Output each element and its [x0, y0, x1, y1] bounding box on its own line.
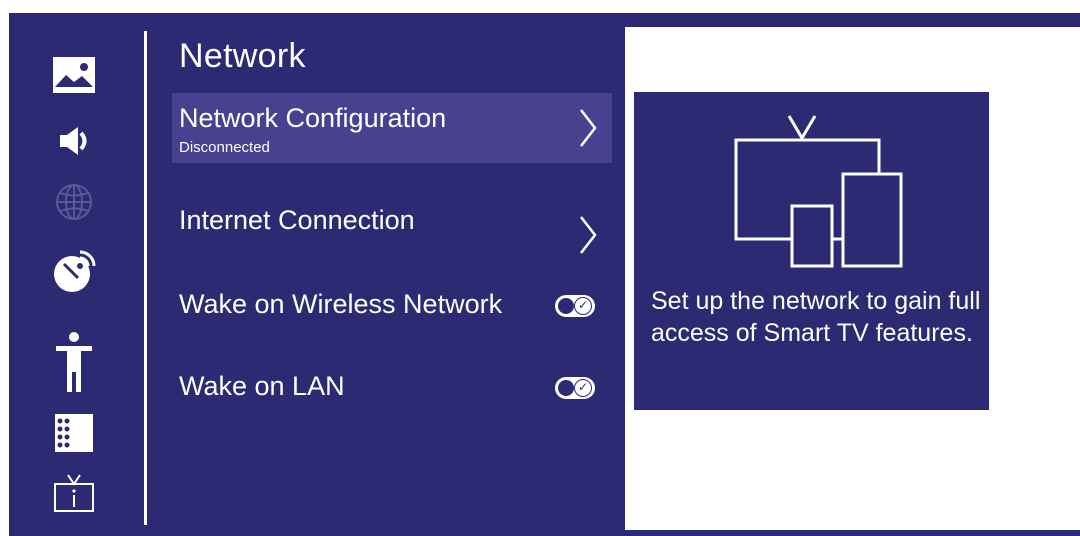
tv-info-icon[interactable] [50, 471, 98, 515]
info-card: Set up the network to gain full access o… [634, 92, 989, 410]
rail-divider [144, 31, 147, 525]
menu-item-label: Wake on LAN [179, 371, 345, 401]
wake-lan-toggle[interactable]: ✓ [555, 377, 595, 399]
menu-item-label: Internet Connection [179, 205, 415, 235]
sound-icon[interactable] [50, 119, 98, 163]
menu-item-label: Wake on Wireless Network [179, 289, 503, 319]
menu-item-status: Disconnected [179, 139, 270, 156]
remote-apps-icon[interactable] [50, 411, 98, 455]
picture-icon[interactable] [50, 53, 98, 97]
menu-item-wake-on-lan[interactable]: Wake on LAN ✓ [172, 363, 612, 413]
chevron-right-icon [580, 109, 597, 147]
check-icon: ✓ [574, 297, 592, 315]
check-icon: ✓ [574, 379, 592, 397]
category-rail [9, 13, 145, 536]
chevron-right-icon [580, 216, 597, 254]
menu-item-label: Network Configuration [179, 103, 447, 133]
globe-icon [50, 180, 98, 224]
preview-pane: Set up the network to gain full access o… [625, 27, 1080, 530]
wake-wireless-toggle[interactable]: ✓ [555, 295, 595, 317]
tv-settings-screen: Network Network Configuration Disconnect… [9, 13, 1080, 536]
menu-item-wake-on-wireless-network[interactable]: Wake on Wireless Network ✓ [172, 281, 612, 331]
accessibility-icon[interactable] [50, 331, 98, 393]
menu-item-internet-connection[interactable]: Internet Connection [172, 193, 612, 254]
satellite-dish-icon[interactable] [50, 250, 98, 294]
info-description: Set up the network to gain full access o… [651, 287, 981, 347]
menu-item-network-configuration[interactable]: Network Configuration Disconnected [172, 93, 612, 163]
network-menu: Network Network Configuration Disconnect… [172, 13, 612, 536]
tv-and-devices-icon [734, 115, 903, 268]
page-title: Network [179, 37, 306, 75]
